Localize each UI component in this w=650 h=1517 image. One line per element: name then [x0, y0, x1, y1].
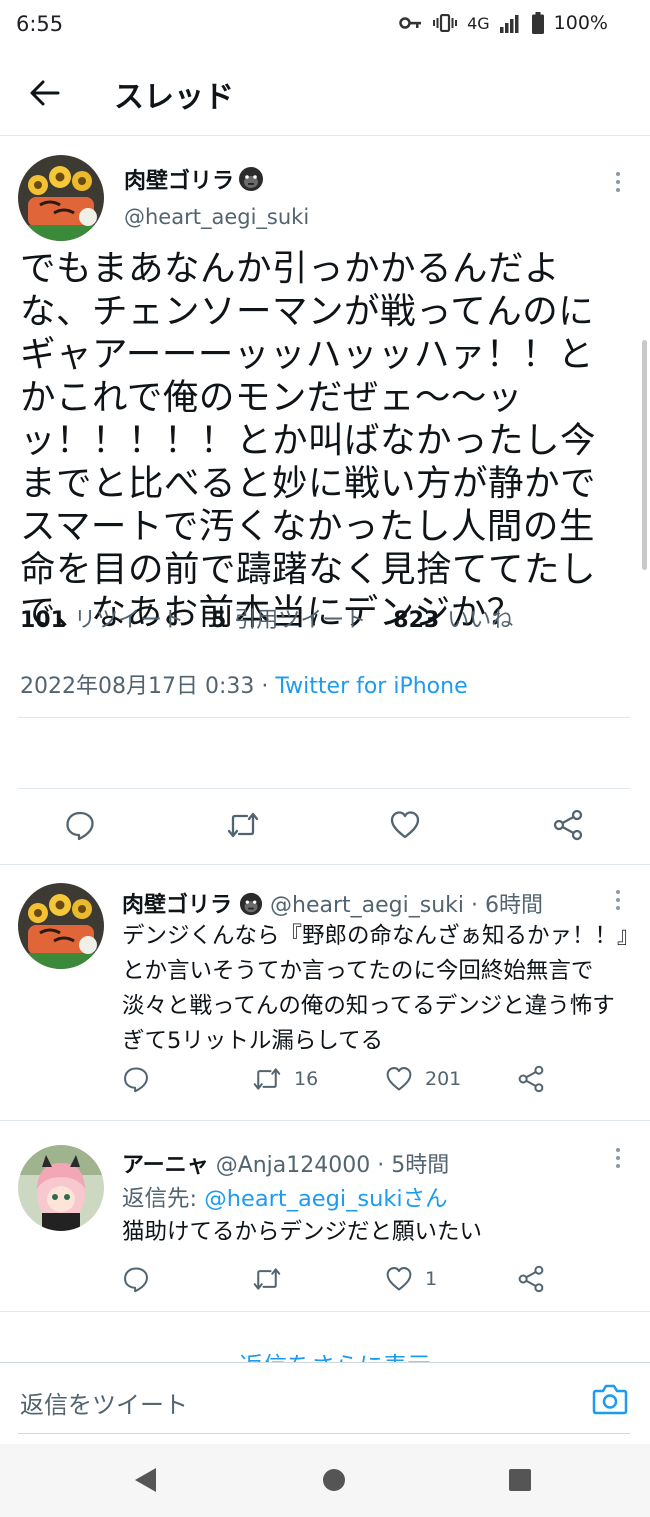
- user-handle[interactable]: @heart_aegi_suki: [124, 205, 309, 229]
- square-recents-icon: [509, 1469, 531, 1491]
- reply-time: · 6時間: [471, 893, 543, 918]
- show-more-label: 返信をさらに表示: [239, 1346, 431, 1362]
- gorilla-emoji-icon: [239, 892, 263, 916]
- user-handle[interactable]: @heart_aegi_suki: [270, 893, 464, 918]
- vibrate-icon: [433, 14, 458, 32]
- camera-icon: [592, 1384, 628, 1415]
- signal-icon: [499, 15, 519, 33]
- nav-recents-button[interactable]: [509, 1469, 531, 1495]
- reply-button[interactable]: [122, 1265, 150, 1293]
- like-count: 201: [425, 1068, 462, 1090]
- divider: [18, 717, 630, 718]
- reply-text: 猫助けてるからデンジだと願いたい: [122, 1219, 483, 1245]
- status-icons: 4G 100%: [399, 12, 608, 34]
- avatar[interactable]: [18, 883, 104, 969]
- share-icon: [518, 1065, 544, 1093]
- like-button[interactable]: 201: [385, 1065, 461, 1093]
- more-options-icon[interactable]: [608, 167, 628, 197]
- battery-percent: 100%: [553, 12, 608, 34]
- stat-retweets[interactable]: 101 リツイート: [20, 608, 184, 633]
- user-handle[interactable]: @Anja124000: [216, 1153, 371, 1178]
- reply-text: デンジくんなら『野郎の命なんざぁ知るかァ！！』とか言いそうてか言ってたのに今回終…: [122, 923, 629, 1054]
- reply-icon: [124, 1267, 148, 1293]
- input-underline: [18, 1433, 630, 1434]
- scrollbar[interactable]: [642, 340, 647, 570]
- more-options-icon[interactable]: [608, 885, 628, 915]
- reply-to-label: 返信先:: [122, 1186, 205, 1212]
- reply-header: 肉壁ゴリラ @heart_aegi_suki · 6時間: [122, 887, 543, 919]
- reply-compose-bar: 返信をツイート: [0, 1362, 650, 1444]
- more-options-icon[interactable]: [608, 1143, 628, 1173]
- nav-back-button[interactable]: [132, 1466, 158, 1498]
- share-button[interactable]: [517, 1065, 545, 1093]
- circle-home-icon: [323, 1469, 345, 1491]
- network-label: 4G: [467, 13, 490, 33]
- show-more-replies[interactable]: 返信をさらに表示: [0, 1340, 650, 1362]
- display-name[interactable]: 肉壁ゴリラ: [124, 163, 264, 195]
- avatar[interactable]: [18, 1145, 104, 1231]
- reply-icon: [66, 811, 94, 841]
- tweet-timestamp[interactable]: 2022年08月17日 0:33: [20, 674, 254, 699]
- avatar[interactable]: [18, 155, 104, 241]
- nav-home-button[interactable]: [322, 1468, 346, 1496]
- share-icon: [553, 809, 583, 841]
- display-name[interactable]: アーニャ: [122, 1153, 209, 1178]
- main-tweet-actions: [0, 797, 650, 857]
- tweet-source-link[interactable]: Twitter for iPhone: [275, 674, 467, 699]
- reply-to-line: 返信先: @heart_aegi_sukiさん: [122, 1181, 448, 1213]
- heart-icon: [386, 1267, 412, 1291]
- tweet-meta: 2022年08月17日 0:33 · Twitter for iPhone: [20, 668, 468, 700]
- retweet-icon: [253, 1068, 281, 1090]
- reply-header: アーニャ @Anja124000 · 5時間: [122, 1147, 449, 1179]
- share-icon: [518, 1265, 544, 1293]
- display-name[interactable]: 肉壁ゴリラ: [122, 893, 232, 918]
- divider: [18, 788, 630, 789]
- reply-tweet[interactable]: アーニャ @Anja124000 · 5時間 返信先: @heart_aegi_…: [0, 1121, 650, 1311]
- gorilla-emoji-icon: [239, 167, 264, 191]
- thread-header: スレッド: [0, 52, 650, 136]
- like-button[interactable]: 1: [385, 1265, 437, 1293]
- reply-input[interactable]: 返信をツイート: [20, 1385, 188, 1420]
- heart-icon: [386, 1067, 412, 1091]
- meta-separator: ·: [261, 674, 269, 699]
- reply-button[interactable]: [122, 1065, 150, 1093]
- retweet-icon: [227, 812, 259, 838]
- reply-button[interactable]: [64, 809, 96, 841]
- back-button[interactable]: [22, 70, 68, 116]
- system-nav-bar: [0, 1444, 650, 1517]
- stat-quote-tweets[interactable]: 5 引用ツイート: [211, 608, 366, 633]
- reply-time: · 5時間: [377, 1153, 450, 1178]
- like-count: 1: [425, 1268, 438, 1290]
- share-button[interactable]: [552, 809, 584, 841]
- tweet-stats: 101 リツイート 5 引用ツイート 823 いいね: [20, 602, 533, 634]
- back-arrow-icon: [30, 80, 60, 106]
- camera-button[interactable]: [592, 1383, 632, 1423]
- page-title: スレッド: [114, 80, 234, 115]
- like-button[interactable]: [389, 809, 421, 841]
- status-bar: 6:55 4G 100%: [0, 0, 650, 52]
- status-time: 6:55: [16, 12, 64, 36]
- battery-icon: [531, 12, 544, 34]
- reply-tweet[interactable]: 肉壁ゴリラ @heart_aegi_suki · 6時間 デンジくんなら『野郎の…: [0, 865, 650, 1119]
- reply-icon: [124, 1067, 148, 1093]
- triangle-back-icon: [135, 1468, 156, 1492]
- retweet-icon: [253, 1268, 281, 1290]
- share-button[interactable]: [517, 1265, 545, 1293]
- retweet-button[interactable]: [252, 1265, 282, 1293]
- key-icon: [399, 17, 422, 29]
- divider: [0, 1311, 650, 1312]
- retweet-button[interactable]: [226, 809, 260, 841]
- retweet-count: 16: [294, 1068, 319, 1090]
- stat-likes[interactable]: 823 いいね: [393, 608, 513, 633]
- reply-to-handle-link[interactable]: @heart_aegi_sukiさん: [204, 1186, 447, 1212]
- tweet-text: でもまあなんか引っかかるんだよな、チェンソーマンが戦ってんのにギャアーーーッッハ…: [20, 248, 597, 633]
- retweet-button[interactable]: 16: [252, 1065, 318, 1093]
- heart-icon: [390, 811, 420, 839]
